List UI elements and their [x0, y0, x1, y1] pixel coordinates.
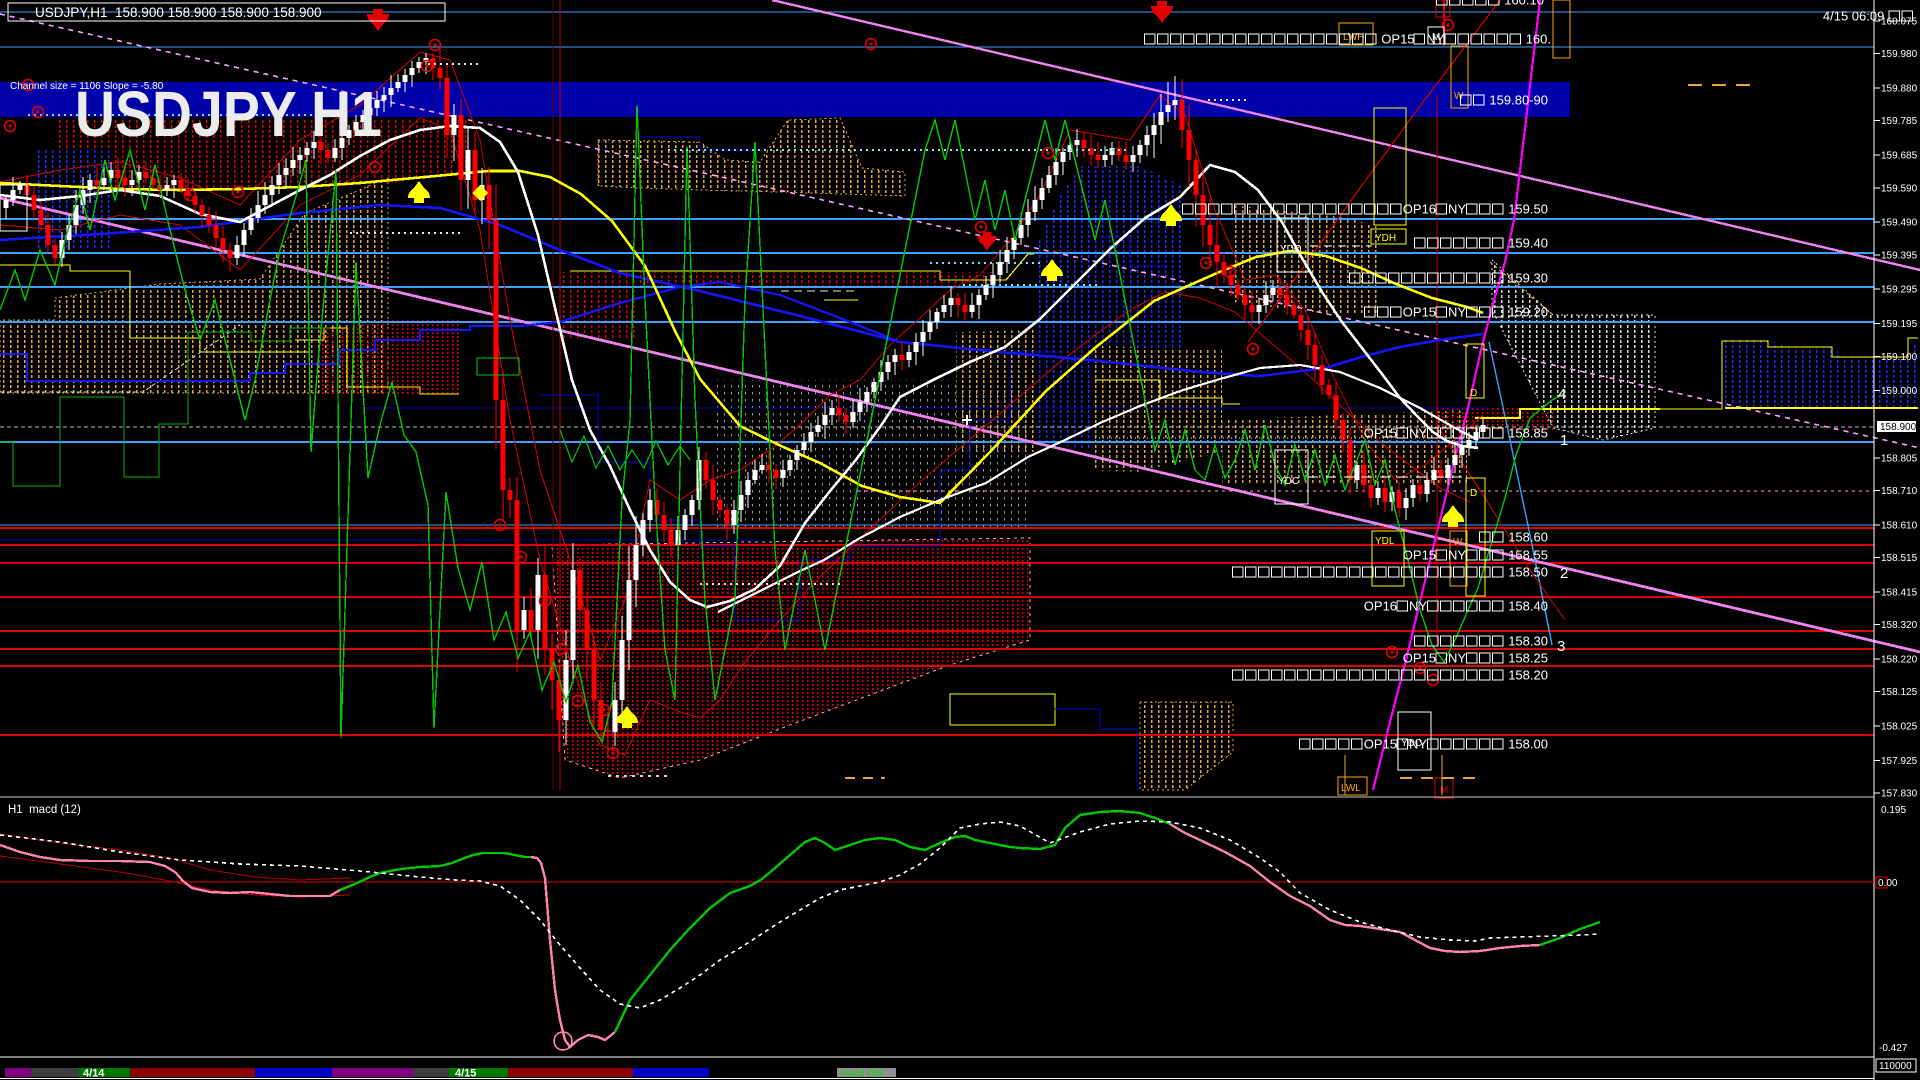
svg-text:D: D: [1470, 488, 1477, 499]
svg-text:160.075: 160.075: [1881, 17, 1918, 28]
svg-text:-0.427: -0.427: [1879, 1043, 1908, 1054]
svg-text:159.50: 159.50: [1505, 202, 1548, 217]
svg-text:157.925: 157.925: [1881, 756, 1918, 767]
svg-text:OP15: OP15: [1364, 737, 1397, 752]
svg-text:159.20: 159.20: [1505, 305, 1548, 320]
svg-text:LWL: LWL: [1341, 783, 1361, 794]
svg-text:158.805: 158.805: [1881, 453, 1918, 464]
svg-text:OP15: OP15: [1364, 426, 1397, 441]
svg-text:4/15: 4/15: [455, 1068, 476, 1080]
svg-text:159.295: 159.295: [1881, 285, 1918, 296]
svg-text:NY: NY: [1448, 305, 1466, 320]
svg-text:0.00: 0.00: [1878, 878, 1898, 889]
svg-text:158.125: 158.125: [1881, 687, 1918, 698]
svg-text:YDC: YDC: [1278, 476, 1299, 487]
svg-text:158.25: 158.25: [1505, 651, 1548, 666]
svg-text:158.85: 158.85: [1505, 426, 1548, 441]
svg-text:2: 2: [1560, 565, 1568, 582]
svg-text:OP15: OP15: [1378, 32, 1415, 47]
svg-text:159.30: 159.30: [1505, 271, 1548, 286]
svg-text:159.980: 159.980: [1881, 49, 1918, 60]
svg-text:158.415: 158.415: [1881, 587, 1918, 598]
svg-text:NY: NY: [1409, 737, 1427, 752]
svg-text:D: D: [1470, 388, 1477, 399]
svg-text:158.025: 158.025: [1881, 721, 1918, 732]
svg-text:159.490: 159.490: [1881, 218, 1918, 229]
svg-text:158.20: 158.20: [1505, 668, 1548, 683]
svg-text:OP16: OP16: [1403, 202, 1436, 217]
svg-text:YDO: YDO: [1280, 244, 1302, 255]
svg-text:160.: 160.: [1522, 32, 1551, 47]
svg-text:158.710: 158.710: [1881, 486, 1918, 497]
svg-text:160.10: 160.10: [1501, 0, 1544, 8]
svg-text:157.830: 157.830: [1881, 789, 1918, 800]
svg-text:OP15: OP15: [1403, 305, 1436, 320]
svg-text:H1 macd (12): H1 macd (12): [8, 804, 81, 816]
svg-text:M: M: [1440, 785, 1448, 796]
svg-text:159.195: 159.195: [1881, 319, 1918, 330]
svg-text:158.40: 158.40: [1505, 599, 1548, 614]
svg-text:159.685: 159.685: [1881, 151, 1918, 162]
svg-text:3: 3: [1557, 638, 1565, 655]
svg-text:4: 4: [1558, 386, 1566, 403]
svg-text:158.00: 158.00: [1505, 737, 1548, 752]
svg-text:158.220: 158.220: [1881, 654, 1918, 665]
svg-text:159.100: 159.100: [1881, 352, 1918, 363]
svg-text:0.195: 0.195: [1881, 805, 1906, 816]
svg-text:OP16: OP16: [1364, 599, 1397, 614]
svg-text:4/14: 4/14: [83, 1068, 105, 1080]
svg-text:NY: NY: [1409, 426, 1427, 441]
svg-text:YDH: YDH: [1375, 233, 1396, 244]
svg-text:USDJPY,H1 158.900 158.900 158: USDJPY,H1 158.900 158.900 158.900 158.90…: [35, 5, 321, 20]
svg-text:159.785: 159.785: [1881, 116, 1918, 127]
svg-text:110000: 110000: [1879, 1061, 1912, 1072]
svg-text:159.000: 159.000: [1881, 386, 1918, 397]
svg-text:W: W: [1453, 537, 1463, 548]
svg-text:OP15: OP15: [1403, 548, 1436, 563]
svg-text:NY: NY: [1448, 651, 1466, 666]
svg-text:158.515: 158.515: [1881, 553, 1918, 564]
svg-text:OP15: OP15: [1403, 651, 1436, 666]
svg-text:158.50: 158.50: [1505, 565, 1548, 580]
svg-text:NY: NY: [1409, 599, 1427, 614]
svg-text:158.610: 158.610: [1881, 520, 1918, 531]
svg-text:159.590: 159.590: [1881, 183, 1918, 194]
svg-text:158.55: 158.55: [1505, 548, 1548, 563]
svg-text:NY: NY: [1448, 202, 1466, 217]
svg-text:158.320: 158.320: [1881, 620, 1918, 631]
svg-text:158.900: 158.900: [1880, 422, 1917, 433]
svg-text:USDJPY H1: USDJPY H1: [75, 78, 382, 150]
svg-text:1: 1: [1560, 432, 1568, 449]
svg-text:NY: NY: [1426, 32, 1444, 47]
svg-text:159.395: 159.395: [1881, 250, 1918, 261]
svg-text:macd ON: macd ON: [840, 1069, 882, 1080]
svg-text:159.80-90: 159.80-90: [1486, 93, 1548, 108]
svg-text:158.30: 158.30: [1505, 634, 1548, 649]
svg-text:W: W: [1454, 91, 1464, 102]
svg-text:159.880: 159.880: [1881, 84, 1918, 95]
svg-text:158.60: 158.60: [1505, 530, 1548, 545]
svg-text:YDL: YDL: [1375, 536, 1395, 547]
svg-text:159.40: 159.40: [1505, 236, 1548, 251]
svg-text:NY: NY: [1448, 548, 1466, 563]
